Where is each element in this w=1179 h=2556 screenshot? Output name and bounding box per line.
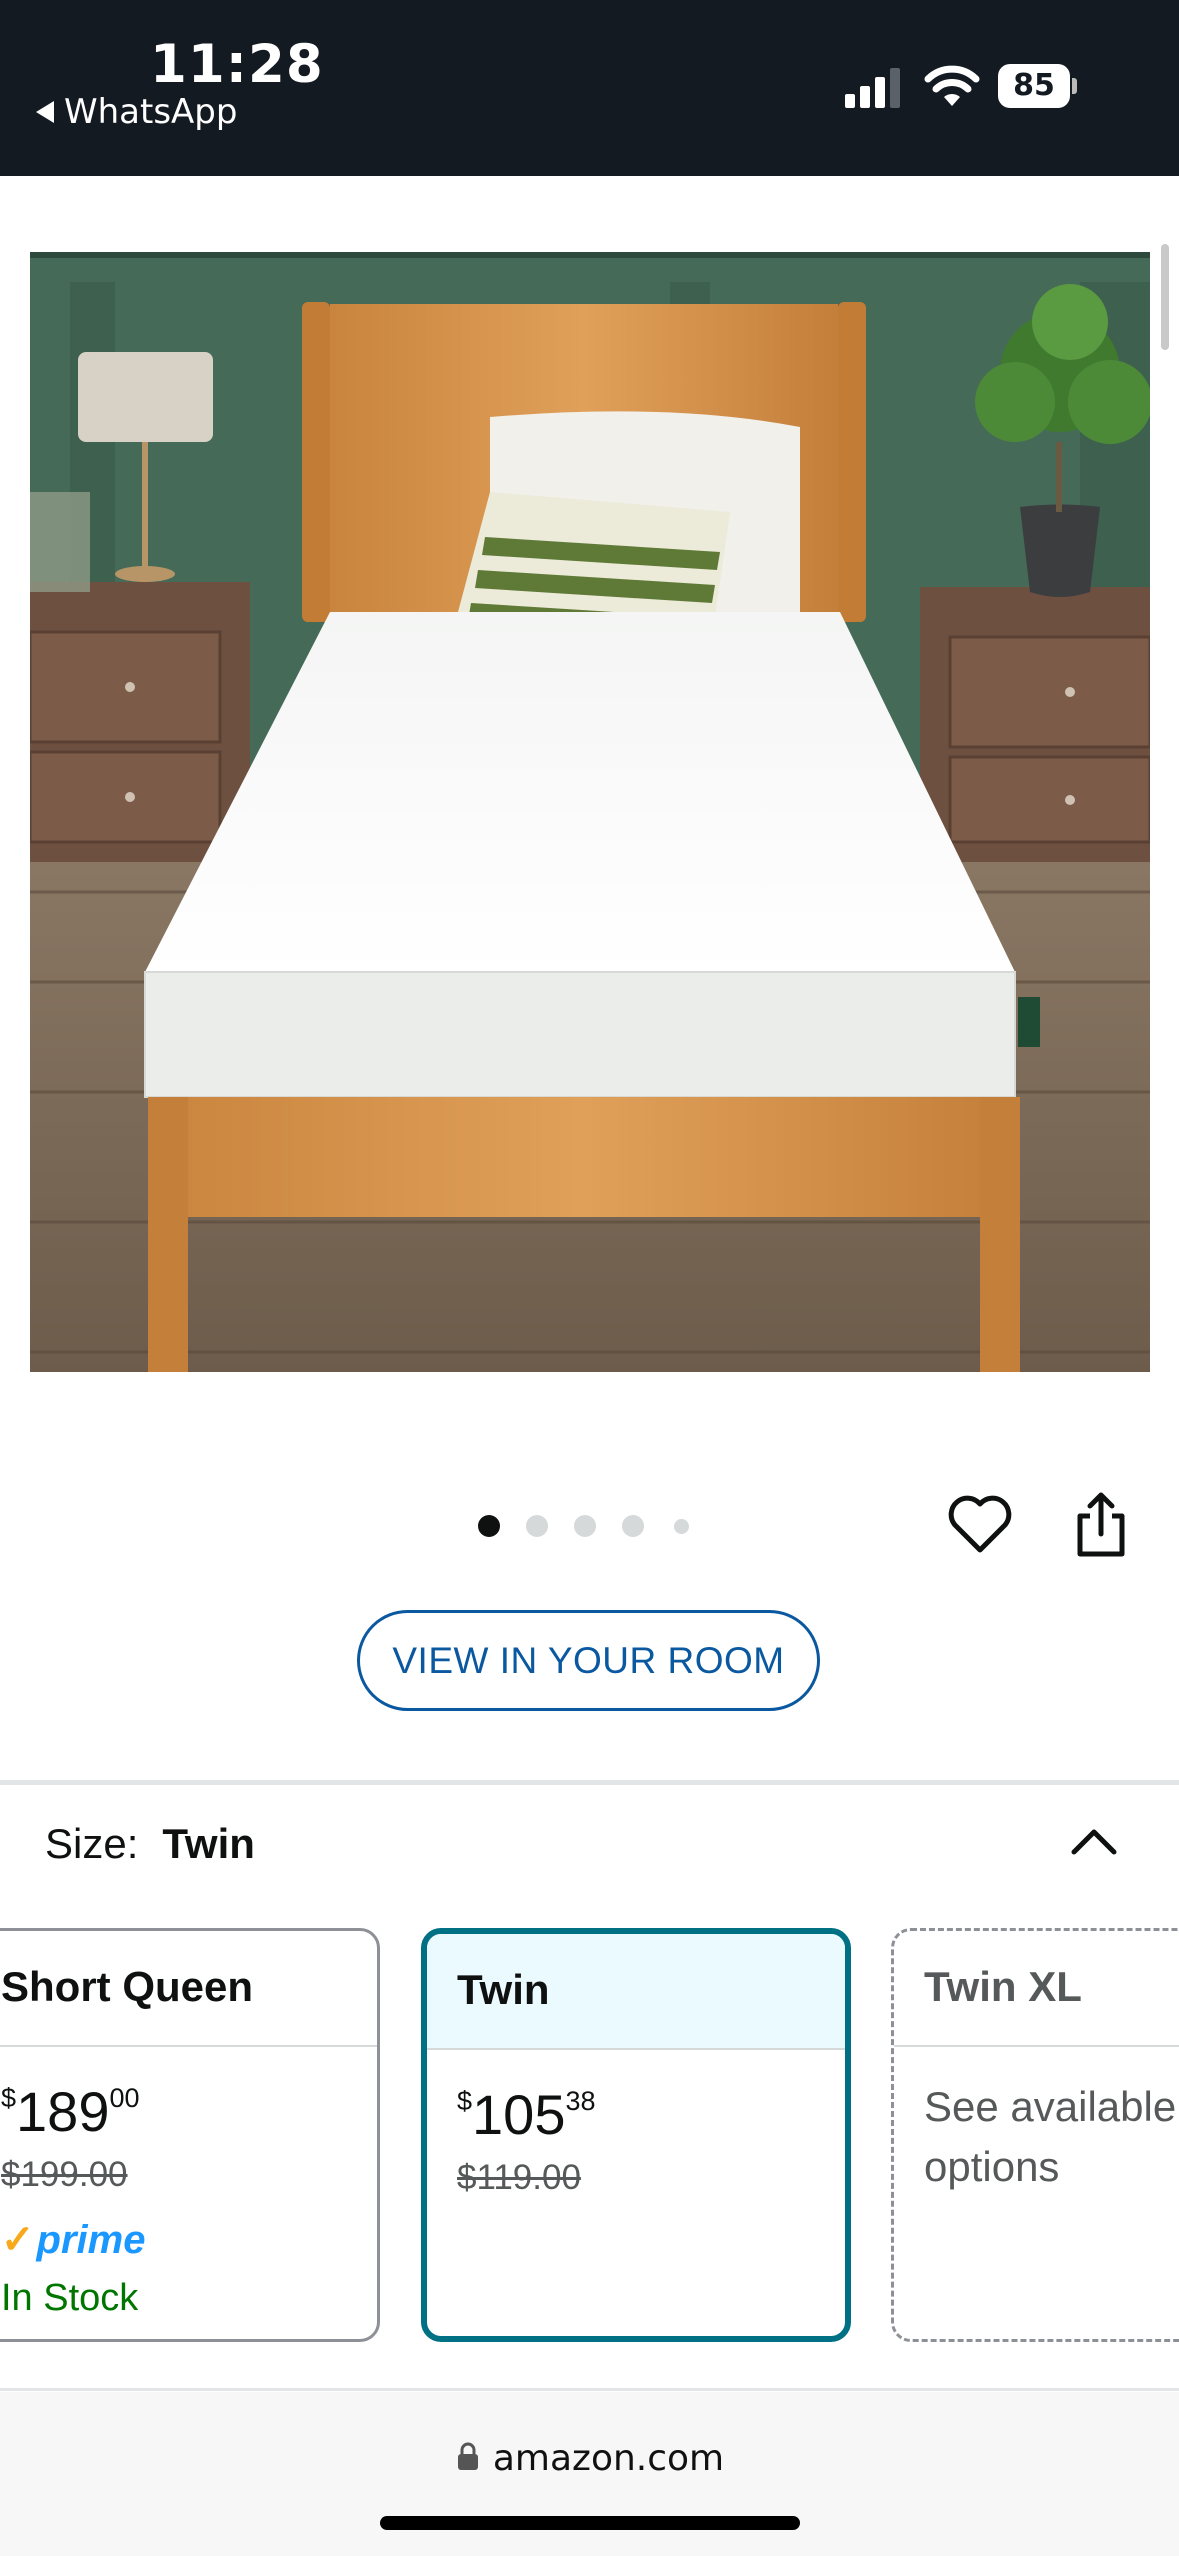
product-image[interactable] (30, 252, 1150, 1372)
wifi-icon (924, 65, 980, 106)
stock-status: In Stock (1, 2277, 139, 2319)
size-label: Size: (45, 1820, 139, 1867)
status-bar: 11:28 WhatsApp 85 (0, 0, 1179, 176)
option-note: See available options (924, 2083, 1177, 2190)
prime-check-icon: ✓ (1, 2218, 35, 2262)
option-list-price: $119.00 (457, 2158, 581, 2197)
lock-icon (457, 2442, 478, 2470)
size-option-twin-xl[interactable]: Twin XL See available options (891, 1928, 1179, 2342)
option-name: Short Queen (0, 1931, 377, 2047)
back-arrow-icon (36, 101, 54, 123)
option-list-price: $199.00 (1, 2155, 128, 2194)
option-price: $10538 (457, 2083, 596, 2146)
size-option-short-queen[interactable]: Short Queen $18900 $199.00 ✓prime In Sto… (0, 1928, 380, 2342)
size-option-twin[interactable]: Twin $10538 $119.00 (421, 1928, 851, 2342)
section-divider (0, 1780, 1179, 1785)
share-icon[interactable] (1066, 1490, 1136, 1560)
scrollbar[interactable] (1161, 244, 1169, 350)
url-text: amazon.com (492, 2438, 725, 2479)
pager-dot[interactable] (526, 1515, 548, 1537)
back-app-label: WhatsApp (64, 92, 238, 132)
chevron-up-icon[interactable] (1068, 1820, 1120, 1860)
size-selected-value: Twin (162, 1820, 255, 1867)
pager-dot[interactable] (574, 1515, 596, 1537)
back-to-app-button[interactable]: WhatsApp (36, 92, 237, 132)
battery-icon: 85 (998, 64, 1078, 108)
option-price: $18900 (1, 2080, 140, 2143)
option-name: Twin XL (894, 1931, 1179, 2047)
view-in-your-room-button[interactable]: VIEW IN YOUR ROOM (357, 1610, 820, 1711)
image-pager[interactable] (478, 1512, 718, 1540)
pager-dot[interactable] (622, 1515, 644, 1537)
clock: 11:28 (150, 34, 324, 95)
signal-icon (845, 68, 900, 108)
prime-badge: ✓prime (1, 2218, 146, 2262)
home-indicator[interactable] (380, 2516, 800, 2530)
heart-icon[interactable] (945, 1490, 1015, 1560)
battery-level: 85 (998, 64, 1070, 108)
pager-dot[interactable] (674, 1519, 689, 1534)
size-heading: Size: Twin (45, 1820, 255, 1868)
section-divider (0, 2388, 1179, 2391)
option-name: Twin (427, 1934, 845, 2050)
pager-dot[interactable] (478, 1515, 500, 1537)
url-display[interactable]: amazon.com (0, 2438, 1179, 2479)
